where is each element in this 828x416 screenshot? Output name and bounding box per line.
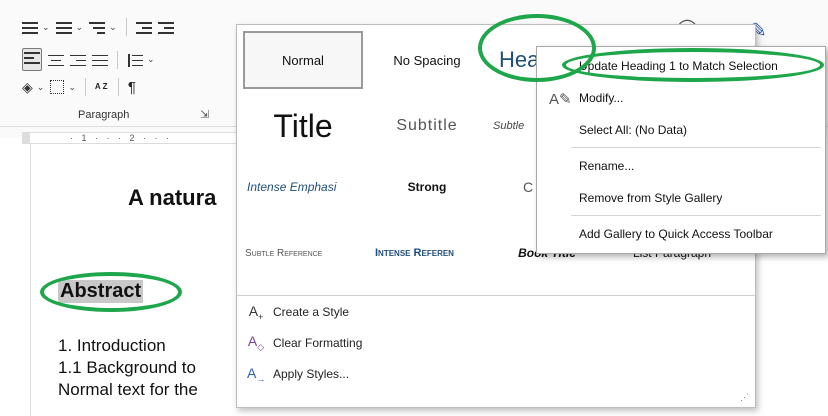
create-style-label: Create a Style [273, 305, 350, 320]
document-line[interactable]: Normal text for the [58, 380, 198, 400]
chevron-down-icon[interactable]: ⌄ [68, 82, 76, 93]
increase-indent-icon[interactable] [157, 20, 174, 34]
create-style-command[interactable]: A+ Create a Style [237, 303, 349, 322]
menu-item-modify[interactable]: A✎ Modify... [537, 85, 825, 111]
list-buttons-row: ⌄ ⌄ ⌄ [22, 18, 174, 36]
ribbon-separator [84, 78, 86, 96]
sort-icon[interactable]: A Z [95, 83, 109, 91]
align-left-button[interactable] [22, 48, 42, 71]
ribbon-separator [117, 78, 119, 96]
clear-formatting-command[interactable]: A◇ Clear Formatting [237, 333, 363, 353]
style-subtle-reference[interactable]: Subtle Reference [241, 231, 367, 275]
style-strong[interactable]: Strong [367, 165, 487, 209]
line-spacing-icon[interactable] [127, 53, 143, 67]
menu-separator [571, 147, 821, 148]
document-title[interactable]: A natura [128, 185, 216, 211]
decrease-indent-icon[interactable] [135, 20, 152, 34]
align-right-icon[interactable] [70, 53, 86, 67]
clear-formatting-label: Clear Formatting [273, 335, 363, 350]
borders-icon[interactable] [50, 80, 65, 94]
menu-item-modify-label: Modify... [579, 91, 624, 105]
menu-item-add-to-quick-access[interactable]: Add Gallery to Quick Access Toolbar [537, 221, 825, 247]
clear-formatting-icon: A◇ [247, 333, 265, 352]
style-subtitle[interactable]: Subtitle [367, 95, 487, 157]
paragraph-group-label: Paragraph [78, 109, 130, 121]
alignment-buttons-row: ⌄ [22, 48, 155, 71]
dialog-launcher-icon[interactable]: ⇲ [200, 108, 209, 121]
style-intense-reference[interactable]: Intense Referen [371, 231, 491, 275]
create-style-icon: A+ [248, 303, 264, 322]
multilevel-list-icon[interactable] [89, 20, 106, 34]
apply-styles-label: Apply Styles... [273, 367, 350, 382]
chevron-down-icon[interactable]: ⌄ [42, 22, 50, 33]
chevron-down-icon[interactable]: ⌄ [109, 22, 117, 33]
annotation-ring-update [562, 48, 824, 82]
document-line[interactable]: 1.1 Background to [58, 358, 196, 378]
chevron-down-icon[interactable]: ⌄ [147, 54, 155, 65]
modify-icon: A✎ [549, 91, 572, 108]
resize-grip-icon[interactable]: ⋰ [740, 392, 749, 403]
style-intense-emphasis[interactable]: Intense Emphasi [243, 165, 363, 209]
apply-styles-command[interactable]: A→ Apply Styles... [237, 365, 349, 384]
shading-buttons-row: ◈ ⌄ ⌄ A Z ¶ [22, 78, 136, 96]
annotation-ring-abstract [40, 272, 182, 312]
style-quote[interactable]: C [519, 165, 537, 209]
ribbon-separator [117, 50, 118, 69]
apply-styles-icon: A→ [247, 365, 266, 384]
horizontal-ruler[interactable]: · 1 · · · 2 · · · [30, 132, 236, 144]
align-center-icon[interactable] [48, 53, 64, 67]
menu-separator [571, 215, 821, 216]
menu-item-select-all[interactable]: Select All: (No Data) [537, 117, 825, 143]
numbering-icon[interactable] [55, 20, 72, 34]
align-left-icon [24, 50, 40, 64]
shading-icon[interactable]: ◈ [22, 79, 33, 96]
gallery-separator [237, 295, 755, 296]
justify-icon[interactable] [92, 53, 108, 67]
document-line[interactable]: 1. Introduction [58, 336, 166, 356]
menu-item-rename[interactable]: Rename... [537, 153, 825, 179]
style-subtle-emphasis[interactable]: Subtle [489, 95, 541, 157]
chevron-down-icon[interactable]: ⌄ [76, 22, 84, 33]
chevron-down-icon[interactable]: ⌄ [37, 82, 45, 93]
style-title[interactable]: Title [243, 95, 363, 157]
style-normal[interactable]: Normal [243, 31, 363, 89]
bullets-icon[interactable] [22, 20, 38, 34]
show-hide-pilcrow-icon[interactable]: ¶ [128, 79, 136, 96]
tab-selector[interactable] [22, 132, 30, 144]
ribbon-separator [125, 18, 127, 36]
menu-item-remove-from-gallery[interactable]: Remove from Style Gallery [537, 185, 825, 211]
style-no-spacing[interactable]: No Spacing [367, 31, 487, 89]
